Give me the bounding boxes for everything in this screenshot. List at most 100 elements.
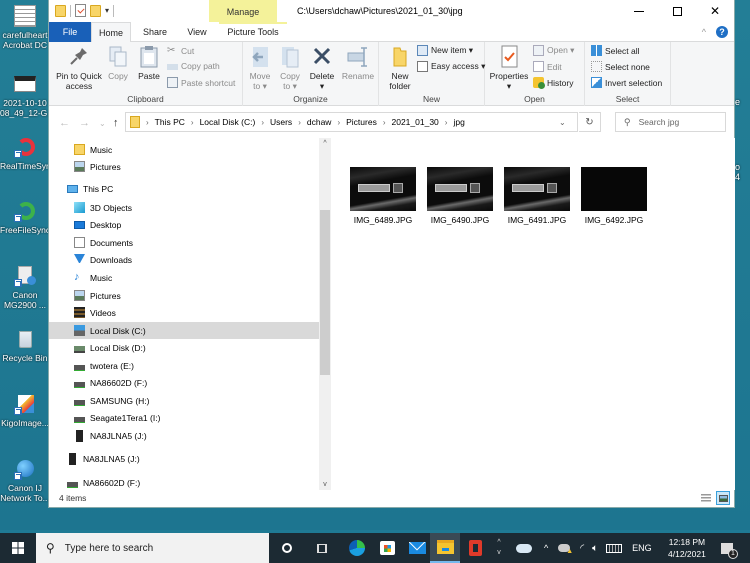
tab-home[interactable]: Home — [91, 22, 131, 43]
nav-item[interactable]: NA86602D (F:) — [49, 374, 319, 391]
taskbar-search-input[interactable]: ⚲ Type here to search — [36, 533, 269, 563]
up-arrow-icon[interactable]: ↑ — [113, 117, 119, 129]
breadcrumb-local-disk[interactable]: Local Disk (C:) — [200, 117, 256, 127]
properties-icon[interactable] — [75, 4, 86, 17]
language-indicator[interactable]: ENG — [632, 543, 652, 553]
wifi-icon[interactable]: ◜ — [580, 543, 584, 554]
nav-item[interactable]: SAMSUNG (H:) — [49, 392, 319, 409]
details-view-button[interactable] — [699, 491, 713, 505]
close-button[interactable]: ✕ — [696, 0, 734, 22]
new-folder-button[interactable]: New folder — [385, 45, 415, 91]
copy-button[interactable]: Copy — [105, 45, 131, 81]
file-item[interactable]: IMG_6492.JPG — [578, 167, 650, 225]
back-arrow-icon[interactable]: ← — [59, 117, 70, 129]
nav-item[interactable]: NA8JLNA5 (J:) — [49, 427, 319, 444]
title-bar[interactable]: ▾ Manage C:\Users\dchaw\Pictures\2021_01… — [49, 0, 734, 22]
address-bar[interactable]: › This PC › Local Disk (C:) › Users › dc… — [125, 112, 578, 132]
nav-item[interactable]: Videos — [49, 304, 319, 321]
start-button[interactable] — [0, 533, 36, 563]
properties-button[interactable]: Properties ▾ — [487, 45, 531, 91]
open-button[interactable]: Open ▾ — [533, 45, 574, 56]
show-hidden-icons-icon[interactable]: ^ — [544, 543, 548, 553]
help-icon[interactable]: ? — [716, 26, 728, 38]
file-explorer-taskbar-button[interactable] — [430, 533, 460, 563]
nav-item[interactable]: Local Disk (D:) — [49, 339, 319, 356]
new-item-button[interactable]: New item ▾ — [417, 45, 473, 56]
search-input[interactable]: ⚲ Search jpg — [615, 112, 726, 132]
tab-picture-tools[interactable]: Picture Tools — [219, 22, 287, 42]
nav-item[interactable]: Documents — [49, 234, 319, 251]
action-center-button[interactable]: 1 — [712, 533, 742, 563]
nav-item[interactable]: Music — [49, 141, 319, 158]
scrollbar-thumb[interactable] — [320, 210, 330, 376]
paste-shortcut-button[interactable]: Paste shortcut — [167, 77, 235, 88]
customize-toolbar-icon[interactable]: ▾ — [105, 6, 109, 15]
nav-item[interactable]: This PC — [49, 180, 319, 197]
desktop-icon-realtimesync[interactable]: RealTimeSync — [0, 136, 50, 171]
file-item[interactable]: IMG_6491.JPG — [501, 167, 573, 225]
desktop-icon-freefilesync[interactable]: FreeFileSync — [0, 200, 50, 235]
file-item[interactable]: IMG_6490.JPG — [424, 167, 496, 225]
desktop-icon-canon-ij-network[interactable]: Canon IJ Network To... — [0, 458, 50, 503]
history-button[interactable]: History — [533, 77, 573, 89]
move-to-button[interactable]: Move to ▾ — [247, 45, 273, 91]
nav-item[interactable]: ♪ Music — [49, 269, 319, 286]
easy-access-button[interactable]: Easy access ▾ — [417, 61, 485, 72]
tab-view[interactable]: View — [177, 22, 217, 42]
desktop-icon-screenshot[interactable]: 2021-10-10 08_49_12-G... — [0, 72, 50, 118]
clock[interactable]: 12:18 PM 4/12/2021 — [668, 536, 706, 560]
breadcrumb-separator[interactable]: › — [383, 118, 386, 127]
office-taskbar-button[interactable] — [460, 533, 490, 563]
tab-file[interactable]: File — [49, 22, 91, 42]
breadcrumb-separator[interactable]: › — [261, 118, 264, 127]
breadcrumb-jpg[interactable]: jpg — [453, 117, 464, 127]
cortana-button[interactable] — [272, 533, 302, 563]
new-folder-icon[interactable] — [90, 4, 101, 17]
breadcrumb-separator[interactable]: › — [445, 118, 448, 127]
invert-selection-button[interactable]: Invert selection — [591, 77, 662, 88]
onedrive-warning-icon[interactable]: ▲ — [558, 544, 573, 555]
select-all-button[interactable]: Select all — [591, 45, 640, 56]
breadcrumb-separator[interactable]: › — [191, 118, 194, 127]
file-item[interactable]: IMG_6489.JPG — [347, 167, 419, 225]
touch-keyboard-icon[interactable] — [606, 543, 623, 553]
rename-button[interactable]: Rename — [341, 45, 375, 81]
edge-taskbar-button[interactable] — [342, 533, 372, 563]
desktop-icon-carefulheart[interactable]: carefulheart Acrobat DC — [0, 5, 50, 50]
chevron-up-icon[interactable]: ^ — [497, 538, 500, 548]
store-taskbar-button[interactable] — [372, 533, 402, 563]
breadcrumb-pictures[interactable]: Pictures — [346, 117, 377, 127]
pin-to-quick-access-button[interactable]: Pin to Quick access — [53, 45, 105, 91]
copy-path-button[interactable]: Copy path — [167, 61, 220, 71]
copy-to-button[interactable]: Copy to ▾ — [277, 45, 303, 91]
select-none-button[interactable]: Select none — [591, 61, 650, 72]
forward-arrow-icon[interactable]: → — [79, 117, 90, 129]
taskbar-scroll-buttons[interactable]: ^ v — [492, 533, 506, 563]
desktop-icon-kigoimage[interactable]: KigoImage... — [0, 393, 50, 428]
breadcrumb-users[interactable]: Users — [270, 117, 292, 127]
desktop-icon-recycle-bin[interactable]: Recycle Bin — [0, 328, 50, 363]
large-icons-view-button[interactable] — [716, 491, 730, 505]
paste-button[interactable]: Paste — [135, 45, 163, 81]
delete-button[interactable]: Delete ▾ — [307, 45, 337, 91]
nav-item[interactable]: NA8JLNA5 (J:) — [49, 450, 319, 467]
breadcrumb-separator[interactable]: › — [337, 118, 340, 127]
recent-locations-icon[interactable]: ⌄ — [99, 119, 106, 128]
nav-item[interactable]: NA86602D (F:) — [49, 474, 319, 490]
refresh-button[interactable]: ↻ — [579, 112, 601, 132]
chevron-down-icon[interactable]: v — [497, 548, 501, 558]
breadcrumb-separator[interactable]: › — [146, 118, 149, 127]
task-view-button[interactable] — [307, 533, 337, 563]
maximize-button[interactable] — [658, 0, 696, 22]
scroll-up-icon[interactable]: ^ — [319, 140, 331, 147]
breadcrumb-2021-01-30[interactable]: 2021_01_30 — [392, 117, 439, 127]
scroll-down-icon[interactable]: v — [319, 481, 331, 488]
cut-button[interactable]: ✂ Cut — [167, 45, 194, 56]
nav-item[interactable]: 3D Objects — [49, 199, 319, 216]
nav-item[interactable]: Downloads — [49, 251, 319, 268]
nav-item[interactable]: Pictures — [49, 158, 319, 175]
breadcrumb-separator[interactable]: › — [298, 118, 301, 127]
nav-item[interactable]: Local Disk (C:) — [49, 322, 319, 339]
nav-item[interactable]: twotera (E:) — [49, 357, 319, 374]
nav-item[interactable]: Pictures — [49, 287, 319, 304]
